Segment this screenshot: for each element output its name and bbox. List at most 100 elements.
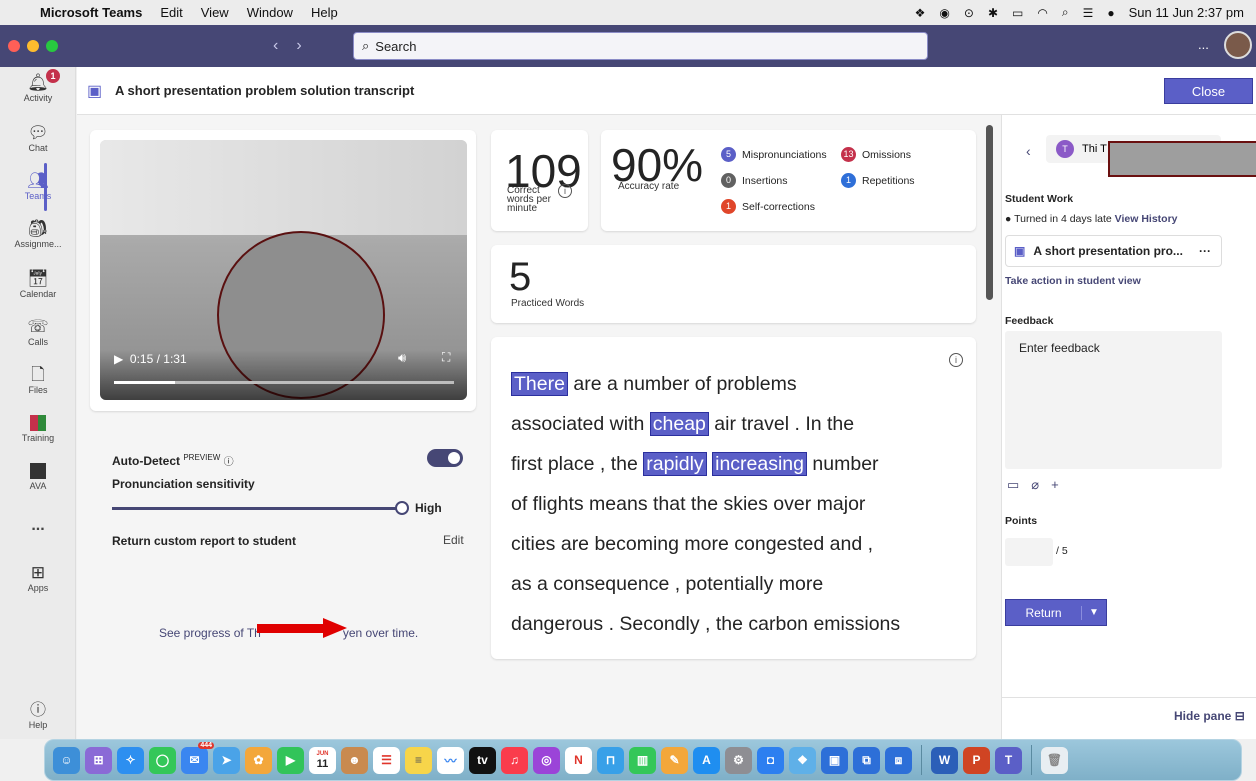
messages-icon[interactable]: ◯ bbox=[149, 746, 176, 774]
teams-dock-icon[interactable]: T bbox=[995, 746, 1022, 774]
preview-app-icon[interactable]: ❖ bbox=[789, 746, 816, 774]
word-rapidly[interactable]: rapidly bbox=[643, 452, 707, 476]
wpm-info-icon[interactable]: i bbox=[558, 184, 572, 198]
contacts-icon[interactable]: ☻ bbox=[341, 746, 368, 774]
dropbox-icon[interactable]: ❖ bbox=[915, 6, 926, 20]
notes-icon[interactable]: ≡ bbox=[405, 746, 432, 774]
take-action-link[interactable]: Take action in student view bbox=[1005, 275, 1141, 287]
legend-omissions[interactable]: 13 Omissions bbox=[841, 147, 911, 162]
user-avatar[interactable] bbox=[1224, 31, 1252, 59]
zoom-window-button[interactable] bbox=[46, 40, 58, 52]
battery-icon[interactable]: ▭ bbox=[1012, 6, 1023, 20]
photos-icon[interactable]: ✿ bbox=[245, 746, 272, 774]
rail-item-help[interactable]: ⓘ Help bbox=[0, 696, 76, 730]
control-center-icon[interactable]: ☰ bbox=[1083, 6, 1094, 20]
return-button[interactable]: Return ▼ bbox=[1005, 599, 1107, 626]
rail-item-training[interactable]: Training bbox=[0, 415, 76, 443]
sensitivity-slider[interactable] bbox=[112, 507, 402, 510]
zoom-icon[interactable]: ◘ bbox=[757, 746, 784, 774]
autodetect-toggle[interactable] bbox=[427, 449, 463, 467]
search-bar[interactable]: ⌕ Search bbox=[353, 32, 928, 60]
points-input[interactable] bbox=[1005, 538, 1053, 566]
rail-item-apps[interactable]: ⊞ Apps bbox=[0, 563, 76, 593]
mail-icon[interactable]: ✉ 444 bbox=[181, 741, 214, 774]
feedback-input[interactable]: Enter feedback bbox=[1005, 331, 1222, 469]
word-icon[interactable]: W bbox=[931, 746, 958, 774]
volume-icon[interactable]: 🔊︎ bbox=[398, 350, 406, 366]
rail-more-apps[interactable]: ... bbox=[0, 517, 76, 535]
calendar-app-icon[interactable]: JUN 11 bbox=[309, 746, 336, 774]
more-options-button[interactable]: ... bbox=[1198, 37, 1209, 52]
rail-item-activity[interactable]: 🔔︎ 1 Activity bbox=[0, 69, 76, 103]
autodetect-info-icon[interactable]: ⓘ bbox=[224, 457, 234, 468]
play-circle-icon[interactable]: ⊙ bbox=[964, 6, 974, 20]
menu-help[interactable]: Help bbox=[311, 5, 338, 20]
capture-tool-icon[interactable]: ⧉ bbox=[853, 746, 880, 774]
spotlight-icon[interactable]: ⌕ bbox=[1062, 5, 1069, 20]
content-scrollbar[interactable] bbox=[986, 125, 993, 300]
menu-app-name[interactable]: Microsoft Teams bbox=[40, 5, 142, 20]
rail-item-assignments[interactable]: 🎒︎ Assignme... bbox=[0, 219, 76, 249]
maps-icon[interactable]: ➤ bbox=[213, 746, 240, 774]
system-settings-icon[interactable]: ⚙ bbox=[725, 746, 752, 774]
finder-icon[interactable]: ☺ bbox=[53, 746, 80, 774]
facetime-icon[interactable]: ▶ bbox=[277, 746, 304, 774]
hide-pane-button[interactable]: Hide pane ⊟ bbox=[1174, 709, 1245, 723]
screen-app-icon[interactable]: ⧈ bbox=[885, 746, 912, 774]
video-player[interactable]: ▶ 0:15 / 1:31 🔊︎ ⛶ bbox=[100, 140, 467, 400]
wifi-icon[interactable]: ◠ bbox=[1037, 6, 1047, 20]
legend-repetitions[interactable]: 1 Repetitions bbox=[841, 173, 915, 188]
edit-report-link[interactable]: Edit bbox=[443, 533, 464, 547]
news-icon[interactable]: N bbox=[565, 746, 592, 774]
legend-mispronunciations[interactable]: 5 Mispronunciations bbox=[721, 147, 827, 162]
pages-icon[interactable]: ✎ bbox=[661, 746, 688, 774]
submitted-work-card[interactable]: ▣ A short presentation pro... ··· bbox=[1005, 235, 1222, 267]
attach-icon[interactable]: ⌀ bbox=[1031, 477, 1039, 493]
legend-self-corrections[interactable]: 1 Self-corrections bbox=[721, 199, 815, 214]
rail-item-teams[interactable]: 👥︎ Teams bbox=[0, 171, 76, 201]
bluetooth-icon[interactable]: ✱ bbox=[988, 6, 998, 20]
rail-item-calls[interactable]: ☏ Calls bbox=[0, 317, 76, 347]
word-increasing[interactable]: increasing bbox=[712, 452, 807, 476]
podcasts-icon[interactable]: ◎ bbox=[533, 746, 560, 774]
transcript-info-icon[interactable]: i bbox=[949, 353, 963, 367]
close-window-button[interactable] bbox=[8, 40, 20, 52]
menu-window[interactable]: Window bbox=[247, 5, 293, 20]
rail-item-chat[interactable]: 💬︎ Chat bbox=[0, 123, 76, 153]
back-chevron-icon[interactable]: ‹ bbox=[1026, 143, 1031, 159]
app-store-icon[interactable]: A bbox=[693, 746, 720, 774]
sensitivity-slider-thumb[interactable] bbox=[395, 501, 409, 515]
back-arrow-icon[interactable]: ‹ bbox=[273, 37, 278, 55]
launchpad-icon[interactable]: ⊞ bbox=[85, 746, 112, 774]
safari-icon[interactable]: ✧ bbox=[117, 746, 144, 774]
word-cheap[interactable]: cheap bbox=[649, 412, 709, 436]
close-button[interactable]: Close bbox=[1164, 78, 1253, 104]
menu-edit[interactable]: Edit bbox=[160, 5, 182, 20]
video-progress[interactable] bbox=[114, 381, 454, 384]
word-there[interactable]: There bbox=[511, 372, 568, 396]
menu-view[interactable]: View bbox=[201, 5, 229, 20]
siri-icon[interactable]: ● bbox=[1107, 6, 1114, 20]
view-history-link[interactable]: View History bbox=[1115, 213, 1178, 225]
trash-icon[interactable]: 🗑︎ bbox=[1041, 746, 1068, 774]
legend-insertions[interactable]: 0 Insertions bbox=[721, 173, 788, 188]
apple-tv-icon[interactable]: tv bbox=[469, 746, 496, 774]
video-record-icon[interactable]: ▭ bbox=[1007, 477, 1019, 493]
rail-item-ava[interactable]: AVA bbox=[0, 463, 76, 491]
keynote-icon[interactable]: ⊓ bbox=[597, 746, 624, 774]
rail-item-files[interactable]: 🗋 Files bbox=[0, 365, 76, 395]
reminders-icon[interactable]: ☰ bbox=[373, 746, 400, 774]
forward-arrow-icon[interactable]: › bbox=[296, 37, 301, 55]
status-icon[interactable]: ◉ bbox=[939, 6, 949, 20]
music-icon[interactable]: ♫ bbox=[501, 746, 528, 774]
screenshot-tool-icon[interactable]: ▣ bbox=[821, 746, 848, 774]
powerpoint-icon[interactable]: P bbox=[963, 746, 990, 774]
freeform-icon[interactable]: 〰 bbox=[437, 746, 464, 774]
chevron-down-icon[interactable]: ▼ bbox=[1082, 607, 1106, 618]
fullscreen-icon[interactable]: ⛶ bbox=[442, 350, 450, 365]
numbers-icon[interactable]: ▥ bbox=[629, 746, 656, 774]
work-more-button[interactable]: ··· bbox=[1199, 244, 1211, 258]
add-icon[interactable]: + bbox=[1051, 477, 1059, 493]
menubar-clock[interactable]: Sun 11 Jun 2:37 pm bbox=[1129, 5, 1244, 20]
rail-item-calendar[interactable]: 📅︎ Calendar bbox=[0, 269, 76, 299]
